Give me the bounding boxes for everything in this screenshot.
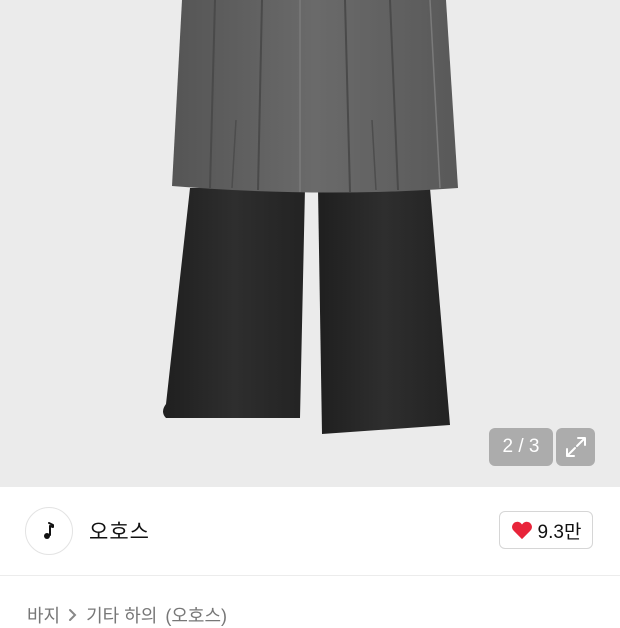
like-button[interactable]: 9.3만: [499, 511, 593, 549]
divider: [0, 575, 620, 576]
expand-icon: [565, 437, 586, 457]
breadcrumb-item-subcategory[interactable]: 기타 하의: [86, 602, 157, 628]
breadcrumb: 바지 기타 하의 (오호스): [27, 602, 227, 628]
breadcrumb-item-store[interactable]: (오호스): [165, 602, 227, 628]
fullscreen-button[interactable]: [556, 428, 595, 466]
product-image: [0, 0, 620, 487]
store-name[interactable]: 오호스: [89, 516, 150, 546]
music-note-icon: [44, 522, 54, 539]
store-logo[interactable]: [25, 507, 73, 555]
breadcrumb-item-category[interactable]: 바지: [27, 602, 60, 628]
heart-icon: [511, 521, 532, 540]
like-count: 9.3만: [537, 521, 582, 543]
product-image-gallery[interactable]: 2 / 3: [0, 0, 620, 487]
store-info-row: 오호스 9.3만: [0, 487, 620, 575]
image-page-indicator: 2 / 3: [489, 428, 553, 466]
